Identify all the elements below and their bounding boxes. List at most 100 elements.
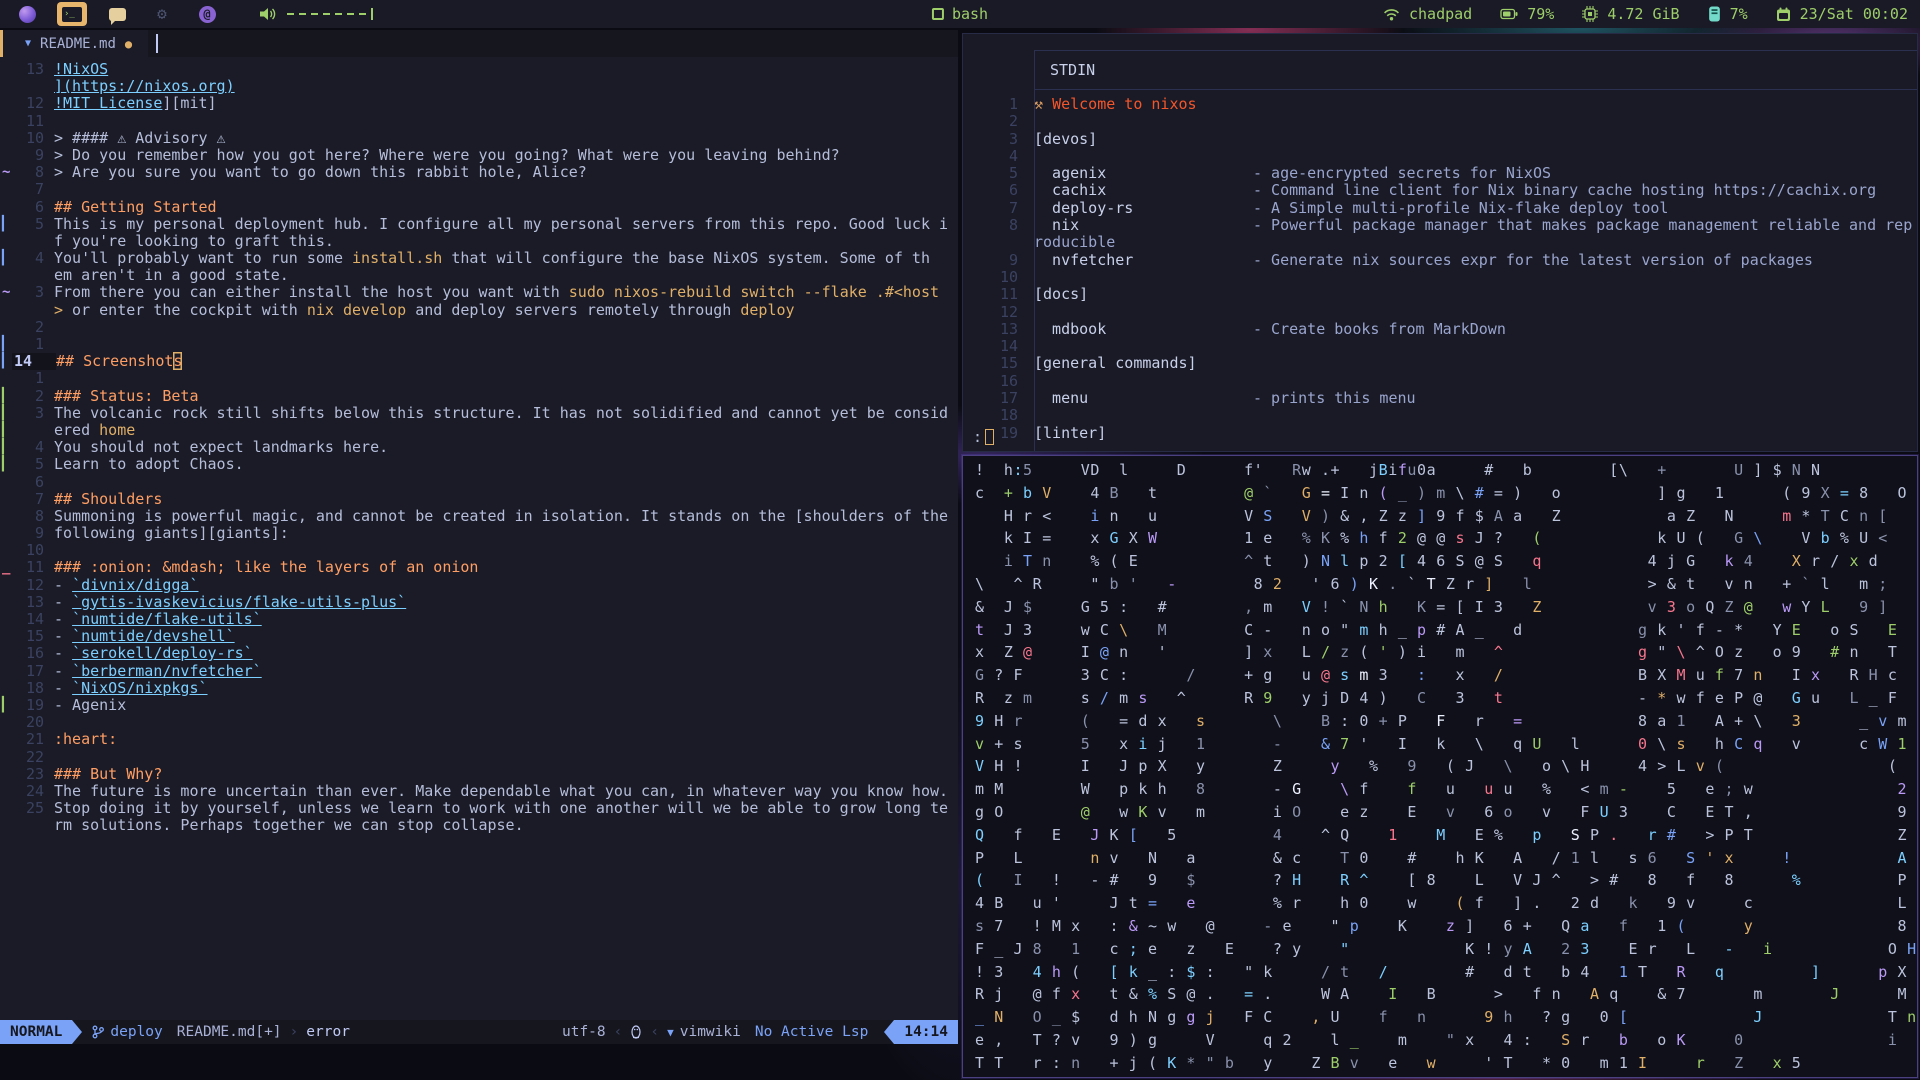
editor-line[interactable]: 12- `divnix/digga` [0, 576, 958, 594]
matrix-row: k I = x G X W 1 e % K % h f 2 @ @ s J ? … [1003, 529, 1888, 548]
matrix-row: g O @ w K v m i O e z E v 6 o v F U 3 C … [975, 802, 1908, 821]
linux-icon [631, 1025, 641, 1039]
matrix-content: ! h:5 VD l D f' Rw .+ jBifu0a # b [\ + U… [963, 456, 1917, 1075]
editor-line[interactable]: ▎ ered home [0, 421, 958, 439]
matrix-row: x Z @ I @ n ' ] x L / z ( ' ) i m ^ g " … [975, 643, 1898, 662]
editor-line[interactable]: ▎ 2 ### Status: Beta [0, 387, 958, 405]
menu-row: 12 [999, 302, 1018, 321]
editor-line[interactable]: ▎ 14 ## Screenshots [0, 352, 958, 371]
editor-line[interactable]: 9 > Do you remember how you got here? Whe… [0, 146, 958, 164]
system-status: chadpad 79% 4.72 GiB 7% 23/Sat 00:02 [1383, 5, 1908, 23]
terminal-glyph: ›_ [62, 6, 82, 22]
markdown-icon: ▼ [25, 38, 32, 49]
editor-line[interactable]: 6 ## Getting Started [0, 198, 958, 216]
powerline-separator [884, 1020, 895, 1044]
editor-line[interactable]: ~8 > Are you sure you want to go down thi… [0, 163, 958, 181]
menu-row: 19 [linter] [999, 423, 1107, 442]
editor-line[interactable]: _ 11 ### :onion: &mdash; like the layers o… [0, 559, 958, 576]
editor-line[interactable]: 20 [0, 713, 958, 731]
chat-icon[interactable] [102, 2, 132, 26]
editor-line[interactable]: 16- `serokell/deploy-rs` [0, 645, 958, 662]
editor-line[interactable]: 25 Stop doing it by yourself, unless we l… [0, 799, 958, 817]
gear-icon[interactable]: ⚙ [147, 2, 177, 26]
menu-row: 15 [general commands] [999, 354, 1197, 373]
menu-row: roducible [1034, 234, 1116, 252]
editor-line[interactable]: 13- `gytis-ivaskevicius/flake-utils-plus… [0, 593, 958, 611]
mail-at-icon[interactable]: @ [192, 2, 222, 26]
editor-line[interactable]: ▎ 19- Agenix [0, 696, 958, 714]
matrix-row: G ? F 3 C : / + g u @ s m 3 : x / B X M … [975, 666, 1898, 685]
editor-line[interactable]: ▎ 4 You should not expect landmarks here. [0, 438, 958, 456]
editor-line[interactable]: > or enter the cockpit with nix develop … [0, 301, 958, 319]
editor-line[interactable]: 22 [0, 748, 958, 766]
matrix-row: t J 3 w C \ M C - n o " m h _ p # A _ d … [975, 620, 1898, 639]
clock-label: 23/Sat 00:02 [1799, 5, 1908, 23]
editor-line[interactable]: 10 [0, 542, 958, 559]
matrix-row: m M W p k h 8 - G \ f f u u u % < m - 5 … [975, 780, 1908, 799]
volume-control[interactable] [259, 6, 373, 22]
battery-icon [1500, 8, 1518, 20]
editor-line[interactable]: 1 [0, 370, 958, 387]
command-prompt[interactable]: : [973, 428, 994, 446]
tab-title: README.md [40, 35, 116, 52]
matrix-row: P L n v N a & c T 0 # h K A / 1 l s 6 S … [975, 848, 1908, 867]
matrix-row: i T n % ( E ^ t ) N l p 2 [ 4 6 S @ S q … [1003, 552, 1917, 571]
editor-line[interactable]: ▎ 4 You'll probably want to run some insta… [0, 249, 958, 267]
editor-line[interactable]: ▎ 5 Learn to adopt Chaos. [0, 456, 958, 473]
editor-line[interactable]: 6 [0, 473, 958, 491]
editor-line[interactable]: 18- `NixOS/nixpkgs` [0, 679, 958, 697]
editor-line[interactable]: 12 !MIT License][mit] [0, 95, 958, 112]
editor-line[interactable]: rm solutions. Perhaps together we can st… [0, 817, 958, 834]
matrix-row: _ N O _ $ d h N g g j F C , U f n 9 h ? … [975, 1008, 1917, 1027]
editor-line[interactable]: ▎ 5 This is my personal deployment hub. I … [0, 215, 958, 233]
volume-slider[interactable] [287, 8, 373, 20]
editor-content[interactable]: 13 !NixOS](https://nixos.org) 12 !MIT Licen… [0, 57, 958, 834]
menu-row: 10 [999, 267, 1018, 286]
editor-line[interactable]: 13 !NixOS [0, 60, 958, 78]
ram-icon [1708, 6, 1720, 22]
editor-line[interactable]: ](https://nixos.org) [0, 78, 958, 95]
separator: ‹ [650, 1024, 660, 1040]
matrix-row: T T r : n + j ( K * " b y Z B v e w ' T … [975, 1053, 1802, 1072]
editor-line[interactable]: 9 following giants][giants]: [0, 524, 958, 542]
mode-indicator: NORMAL [0, 1020, 73, 1044]
editor-line[interactable]: ▎ 3 The volcanic rock still shifts below t… [0, 404, 958, 422]
tab-readme[interactable]: ▼ README.md ● [3, 30, 149, 57]
editor-line[interactable]: 7 [0, 181, 958, 198]
editor-line[interactable]: ~3 From there you can either install the … [0, 284, 958, 301]
clock-segment: 14:14 [894, 1020, 958, 1044]
menu-row: 6 cachix - Command line client for Nix bi… [1008, 181, 1877, 200]
editor-line[interactable]: 24 The future is more uncertain than ever… [0, 782, 958, 800]
editor-line[interactable]: 17- `berberman/nvfetcher` [0, 662, 958, 680]
editor-tabbar: ▼ README.md ● [0, 30, 958, 57]
matrix-row: & J $ G 5 : # , m V ! ` N h K = [ I 3 Z … [975, 597, 1917, 616]
editor-line[interactable]: 8 Summoning is powerful magic, and cannot… [0, 507, 958, 525]
editor-line[interactable]: 7 ## Shoulders [0, 490, 958, 508]
terminal-workspace-icon[interactable]: ›_ [57, 2, 87, 26]
editor-line[interactable]: 21:heart: [0, 731, 958, 748]
menu-row: 3 [devos] [1008, 129, 1098, 148]
modified-dot-icon: ● [124, 36, 133, 51]
matrix-row: 4 B u ' J t = e % r h 0 w ( f ] . 2 d k … [975, 894, 1908, 913]
matrix-row: s 7 ! M x : & ~ w @ - e " p K z ] 6 + Q … [975, 916, 1908, 935]
calendar-icon [1776, 7, 1790, 21]
editor-line[interactable]: 23 ### But Why? [0, 765, 958, 783]
terminal-window-stdin[interactable]: STDIN 1 ⚒ Welcome to nixos 2 3 [devos] 4 5 age… [962, 33, 1918, 452]
editor-line[interactable]: 2 [0, 318, 958, 336]
file-name: README.md[+] [176, 1024, 282, 1040]
editor-line[interactable]: 11 [0, 112, 958, 130]
encoding-label: utf-8 [561, 1024, 606, 1040]
matrix-row: F _ J 8 1 c ; e z E ? y " K ! y A 2 3 E … [975, 939, 1917, 958]
username-label: chadpad [1409, 5, 1473, 23]
editor-line[interactable]: ▎ 1 [0, 335, 958, 353]
editor-line[interactable]: em aren't in a good state. [0, 267, 958, 284]
menu-row: 4 [1008, 146, 1018, 165]
statusline: NORMAL deploy README.md[+] › error utf-8… [0, 1020, 958, 1044]
powerline-separator [72, 1020, 83, 1044]
editor-line[interactable]: 15- `numtide/devshell` [0, 627, 958, 645]
editor-line[interactable]: 14- `numtide/flake-utils` [0, 610, 958, 628]
firefox-icon[interactable] [12, 2, 42, 26]
editor-line[interactable]: f you're looking to graft this. [0, 232, 958, 250]
terminal-window-matrix[interactable]: ! h:5 VD l D f' Rw .+ jBifu0a # b [\ + U… [962, 455, 1918, 1078]
editor-line[interactable]: 10 > #### ⚠ Advisory ⚠ [0, 129, 958, 147]
